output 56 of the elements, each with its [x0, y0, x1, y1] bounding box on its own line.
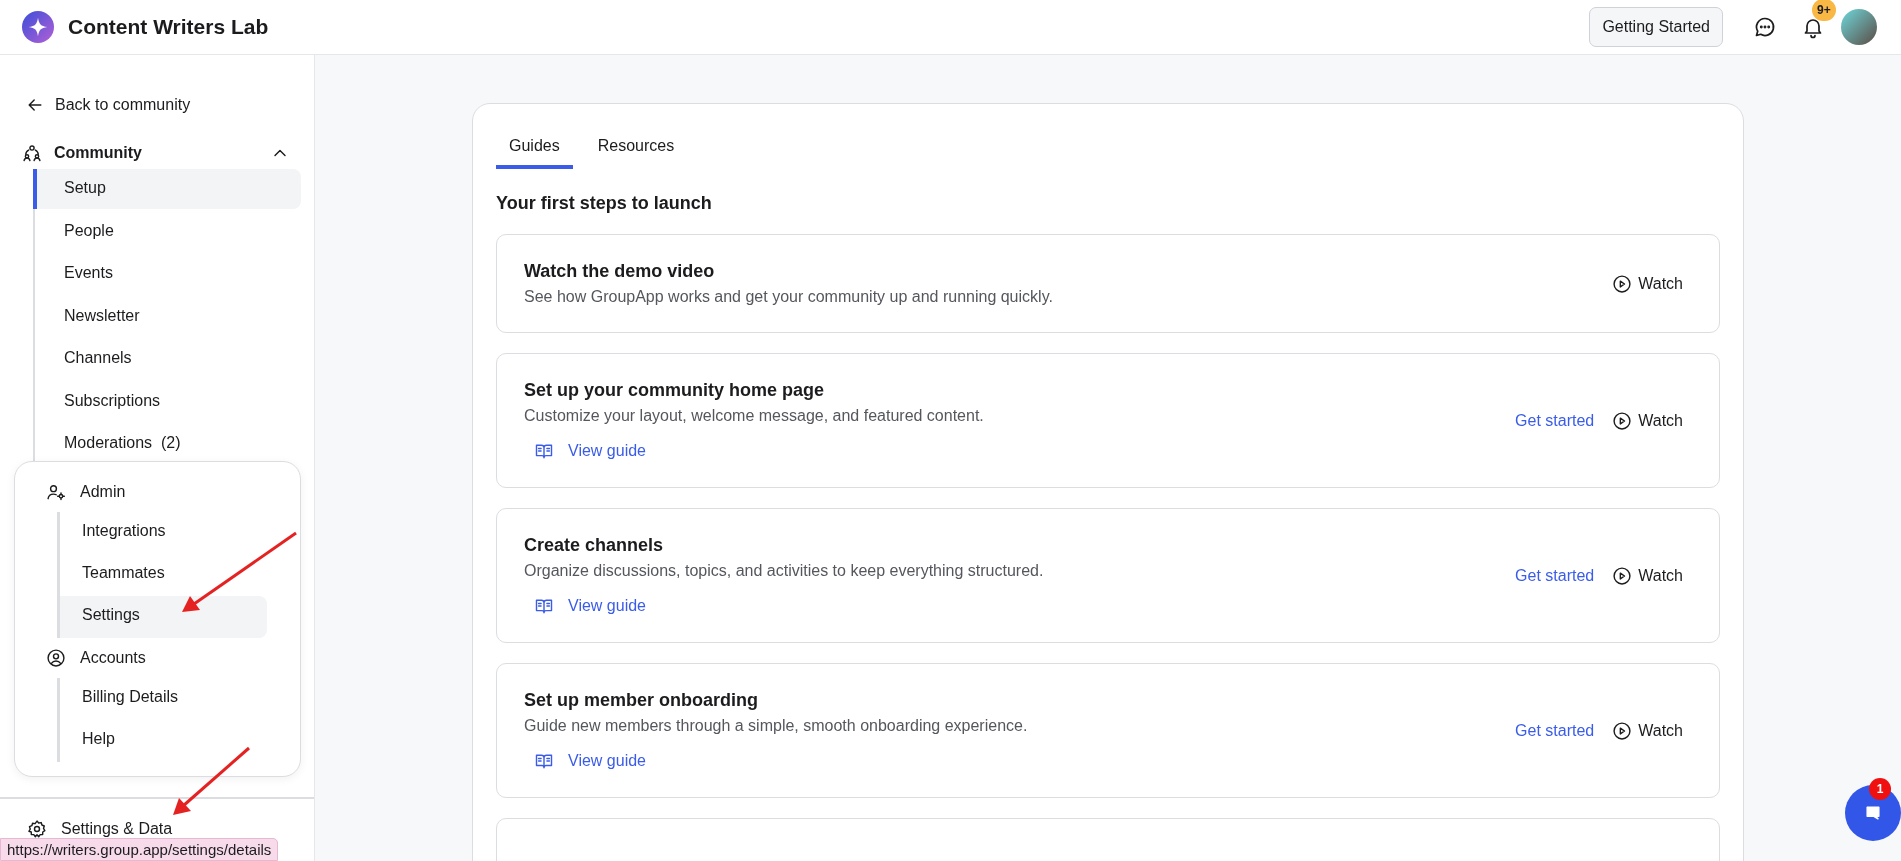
sidebar-item[interactable]: Channels: [33, 339, 301, 379]
watch-button[interactable]: Watch: [1612, 720, 1683, 741]
step-title: Set up your community home page: [524, 380, 825, 401]
user-gear-icon: [46, 482, 66, 502]
getting-started-button[interactable]: Getting Started: [1589, 7, 1723, 47]
play-circle-icon: [1612, 565, 1633, 586]
menu-item[interactable]: Billing Details: [60, 678, 267, 720]
sidebar-item[interactable]: Subscriptions: [33, 381, 301, 422]
open-book-icon: [534, 441, 554, 461]
view-guide-link[interactable]: View guide: [534, 441, 646, 461]
avatar[interactable]: [1841, 9, 1877, 45]
play-circle-icon: [1612, 410, 1633, 431]
sidebar-item[interactable]: Events: [33, 254, 301, 294]
step-description: Organize discussions, topics, and activities to keep everything structured.: [524, 562, 1044, 580]
back-link[interactable]: Back to community: [0, 95, 216, 115]
sidebar-item[interactable]: Setup: [33, 169, 301, 209]
sidebar-item[interactable]: Moderations (2): [33, 424, 301, 464]
open-book-icon: [534, 751, 554, 771]
step-title: Watch the demo video: [524, 261, 715, 282]
link-preview: https://writers.group.app/settings/details: [0, 838, 279, 861]
user-circle-icon: [46, 648, 66, 668]
sidebar-item[interactable]: Newsletter: [33, 296, 301, 337]
notification-badge: 9+: [1812, 0, 1836, 21]
open-book-icon: [534, 596, 554, 616]
section-heading: Your first steps to launch: [496, 193, 713, 214]
menu-item[interactable]: Teammates: [60, 554, 267, 596]
play-circle-icon: [1612, 720, 1633, 741]
play-circle-icon: [1612, 273, 1633, 294]
watch-button[interactable]: Watch: [1612, 410, 1683, 431]
step-description: Customize your layout, welcome message, and featured content.: [524, 407, 984, 425]
community-title: Content Writers Lab: [68, 15, 270, 39]
tab[interactable]: Resources: [584, 130, 688, 169]
section-title: Community: [54, 144, 143, 162]
people-group-icon: [22, 143, 42, 163]
step-description: See how GroupApp works and get your community up and running quickly.: [524, 288, 1053, 306]
watch-button[interactable]: Watch: [1612, 273, 1683, 294]
menu-group-title: Admin: [80, 483, 126, 501]
chat-bubble-icon[interactable]: [1753, 15, 1777, 39]
step-description: Guide new members through a simple, smooth onboarding experience.: [524, 717, 1028, 735]
watch-button[interactable]: Watch: [1612, 565, 1683, 586]
menu-item[interactable]: Settings: [60, 596, 267, 638]
menu-group-title: Accounts: [80, 649, 146, 667]
get-started-link[interactable]: Get started: [1515, 411, 1595, 430]
step-title: Create channels: [524, 535, 664, 556]
sidebar-item[interactable]: People: [33, 211, 301, 252]
view-guide-link[interactable]: View guide: [534, 751, 646, 771]
get-started-link[interactable]: Get started: [1515, 566, 1595, 585]
menu-item[interactable]: Help: [60, 720, 267, 762]
tab[interactable]: Guides: [496, 130, 573, 169]
gear-icon: [27, 819, 47, 839]
menu-item[interactable]: Integrations: [60, 512, 267, 554]
get-started-link[interactable]: Get started: [1515, 721, 1595, 740]
step-title: Set up member onboarding: [524, 690, 759, 711]
view-guide-link[interactable]: View guide: [534, 596, 646, 616]
sparkle-logo-icon: [22, 11, 54, 43]
settings-data-link[interactable]: Settings & Data: [27, 819, 173, 839]
